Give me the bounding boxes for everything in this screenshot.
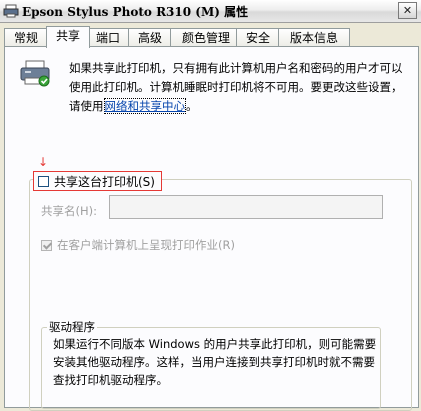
drivers-title: 驱动程序 [47, 319, 97, 335]
share-printer-checkbox[interactable] [38, 175, 49, 187]
printer-properties-window: Epson Stylus Photo R310 (M) 属性 ✕ 常规 共享 端… [0, 0, 421, 411]
render-on-client-checkbox[interactable] [41, 239, 52, 251]
drivers-description: 如果运行不同版本 Windows 的用户共享此打印机，则可能需要安装其他驱动程序… [53, 337, 377, 387]
network-sharing-center-link[interactable]: 网络和共享中心 [103, 98, 186, 114]
tab-security[interactable]: 安全 [236, 28, 280, 47]
tab-advanced[interactable]: 高级 [128, 28, 172, 47]
tab-ports[interactable]: 端口 [86, 28, 130, 47]
close-icon: ✕ [402, 4, 413, 17]
red-arrow-icon: ↓ [38, 155, 49, 169]
sharing-tab-page: 如果共享此打印机，只有拥有此计算机用户名和密码的用户才可以使用此打印机。计算机睡… [4, 46, 419, 411]
tab-color-management[interactable]: 颜色管理 [170, 28, 242, 47]
share-name-input[interactable] [109, 195, 383, 219]
window-title: Epson Stylus Photo R310 (M) 属性 [22, 5, 249, 19]
share-name-label: 共享名(H): [41, 204, 97, 218]
render-on-client-option[interactable]: 在客户端计算机上呈现打印作业(R) [41, 237, 235, 253]
tab-version-info[interactable]: 版本信息 [278, 28, 350, 47]
share-printer-label: 共享这台打印机(S) [54, 174, 155, 189]
tab-strip: 常规 共享 端口 高级 颜色管理 安全 版本信息 [4, 26, 419, 48]
close-button[interactable]: ✕ [398, 2, 417, 19]
title-printer-icon [3, 4, 19, 18]
intro-period: 。 [186, 99, 198, 113]
title-bar[interactable]: Epson Stylus Photo R310 (M) 属性 ✕ [0, 0, 421, 23]
share-printer-option[interactable]: 共享这台打印机(S) [33, 171, 162, 191]
tab-general[interactable]: 常规 [4, 28, 48, 47]
render-on-client-label: 在客户端计算机上呈现打印作业(R) [57, 238, 235, 252]
sharing-intro-text: 如果共享此打印机，只有拥有此计算机用户名和密码的用户才可以使用此打印机。计算机睡… [69, 59, 409, 116]
printer-icon [20, 60, 50, 87]
tab-sharing[interactable]: 共享 [46, 26, 90, 48]
